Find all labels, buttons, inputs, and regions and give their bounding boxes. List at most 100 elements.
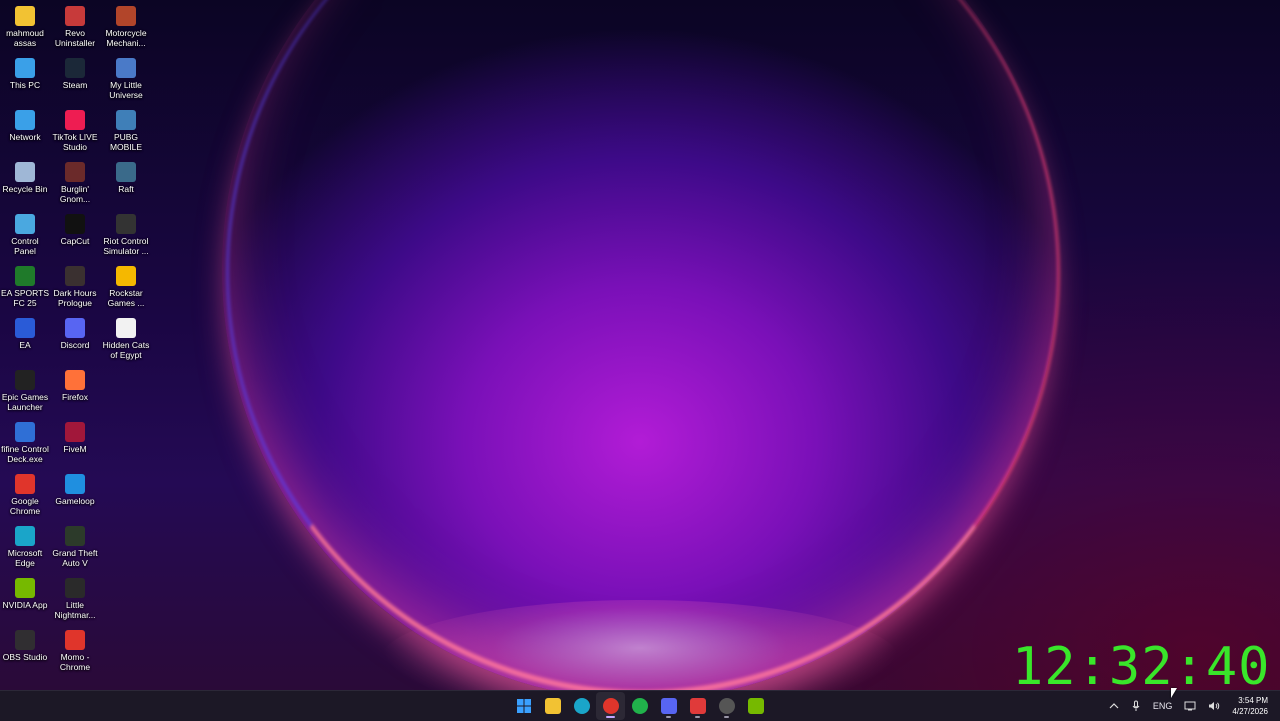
pubg-icon — [116, 110, 136, 130]
monitor-icon — [15, 58, 35, 78]
desktop-icon-label: Raft — [118, 184, 134, 194]
gameloop-icon — [65, 474, 85, 494]
nvidia-icon — [747, 698, 764, 714]
desktop-icon[interactable]: Network — [0, 104, 50, 142]
network-status-button[interactable] — [1178, 701, 1202, 711]
windows-start-icon — [516, 698, 532, 714]
desktop-icon[interactable]: Raft — [101, 156, 151, 194]
nvidia-icon — [15, 578, 35, 598]
desktop-icon-label: Grand Theft Auto V — [52, 548, 98, 568]
desktop-icon[interactable]: Hidden Cats of Egypt — [101, 312, 151, 360]
game-icon — [116, 214, 136, 234]
desktop-icon[interactable]: fifine Control Deck.exe — [0, 416, 50, 464]
desktop-icon-label: My Little Universe — [109, 80, 143, 100]
desktop-icon-label: Discord — [60, 340, 90, 350]
running-indicator — [724, 716, 729, 718]
game-icon — [116, 318, 136, 338]
desktop-icon[interactable]: Rockstar Games ... — [101, 260, 151, 308]
volume-icon — [1209, 702, 1220, 710]
desktop-icon-label: Gameloop — [55, 496, 95, 506]
desktop-icon[interactable]: This PC — [0, 52, 50, 90]
discord-icon — [65, 318, 85, 338]
taskbar-chrome-button[interactable] — [596, 692, 625, 720]
desktop-icon-label: CapCut — [60, 236, 90, 246]
desktop-icon-label: Hidden Cats of Egypt — [102, 340, 150, 360]
desktop-icon[interactable]: Google Chrome — [0, 468, 50, 516]
desktop-icon[interactable]: Steam — [50, 52, 100, 90]
desktop-icon[interactable]: FiveM — [50, 416, 100, 454]
tiktok-icon — [65, 110, 85, 130]
discord-icon — [660, 698, 677, 714]
volume-button[interactable] — [1202, 701, 1226, 711]
desktop-icon[interactable]: Little Nightmar... — [50, 572, 100, 620]
raft-icon — [116, 162, 136, 182]
desktop-icon[interactable]: NVIDIA App — [0, 572, 50, 610]
running-indicator — [695, 716, 700, 718]
tray-time: 3:54 PM — [1238, 696, 1268, 705]
edge-icon — [15, 526, 35, 546]
taskbar-app-red-button[interactable] — [683, 692, 712, 720]
desktop-icon-label: Control Panel — [11, 236, 39, 256]
taskbar-app-green-button[interactable] — [625, 692, 654, 720]
desktop-icon[interactable]: Microsoft Edge — [0, 520, 50, 568]
system-tray: ENG 3:54 PM 4/27/2026 — [1103, 691, 1280, 721]
microphone-button[interactable] — [1125, 700, 1147, 712]
taskbar: ENG 3:54 PM 4/27/2026 — [0, 690, 1280, 721]
desktop-icon-label: Burglin' Gnom... — [59, 184, 91, 204]
desktop-icon[interactable]: OBS Studio — [0, 624, 50, 662]
desktop-icon[interactable]: CapCut — [50, 208, 100, 246]
network-icon — [1184, 701, 1196, 711]
desktop-icon[interactable]: EA — [0, 312, 50, 350]
desktop-icon[interactable]: Motorcycle Mechani... — [101, 0, 151, 48]
desktop-icon[interactable]: mahmoud assas — [0, 0, 50, 48]
game-icon — [65, 162, 85, 182]
taskbar-start-button[interactable] — [509, 692, 538, 720]
revo-uninstaller-icon — [65, 6, 85, 26]
overlay-clock: 12:32:40 — [1012, 637, 1271, 697]
game-icon — [116, 58, 136, 78]
desktop-wallpaper — [0, 0, 1280, 690]
desktop-icon[interactable]: Epic Games Launcher — [0, 364, 50, 412]
desktop-icon-label: Riot Control Simulator ... — [103, 236, 149, 256]
desktop-icon-label: fifine Control Deck.exe — [1, 444, 49, 464]
desktop-icon[interactable]: Control Panel — [0, 208, 50, 256]
desktop-icon[interactable]: Firefox — [50, 364, 100, 402]
desktop-icon[interactable]: Revo Uninstaller — [50, 0, 100, 48]
taskbar-nvidia-button[interactable] — [741, 692, 770, 720]
desktop-icon[interactable]: Recycle Bin — [0, 156, 50, 194]
desktop-icon-label: PUBG MOBILE — [109, 132, 143, 152]
desktop-icon-label: Google Chrome — [9, 496, 41, 516]
taskbar-edge-button[interactable] — [567, 692, 596, 720]
tray-date: 4/27/2026 — [1232, 707, 1268, 716]
taskbar-file-explorer-button[interactable] — [538, 692, 567, 720]
chevron-up-icon — [1109, 703, 1119, 709]
desktop-icon[interactable]: Momo - Chrome — [50, 624, 100, 672]
desktop-icon[interactable]: Discord — [50, 312, 100, 350]
language-indicator[interactable]: ENG — [1147, 701, 1179, 711]
desktop-icon-label: Momo - Chrome — [59, 652, 91, 672]
taskbar-discord-button[interactable] — [654, 692, 683, 720]
chrome-app-icon — [65, 630, 85, 650]
mouse-cursor — [1171, 688, 1177, 698]
desktop-icon[interactable]: TikTok LIVE Studio — [50, 104, 100, 152]
gta-icon — [65, 526, 85, 546]
wallpaper-orb-rim — [226, 0, 1060, 690]
desktop-icon-label: Firefox — [62, 392, 88, 402]
rockstar-icon — [116, 266, 136, 286]
desktop-icon[interactable]: My Little Universe — [101, 52, 151, 100]
game-icon — [65, 266, 85, 286]
show-hidden-icons-button[interactable] — [1103, 701, 1125, 711]
desktop-icon[interactable]: PUBG MOBILE — [101, 104, 151, 152]
clock-button[interactable]: 3:54 PM 4/27/2026 — [1226, 695, 1280, 717]
obs-icon — [15, 630, 35, 650]
desktop-icon[interactable]: Dark Hours Prologue — [50, 260, 100, 308]
firefox-icon — [65, 370, 85, 390]
desktop-icon[interactable]: Grand Theft Auto V — [50, 520, 100, 568]
desktop-icon[interactable]: Burglin' Gnom... — [50, 156, 100, 204]
desktop-icon[interactable]: EA SPORTS FC 25 — [0, 260, 50, 308]
steam-icon — [65, 58, 85, 78]
desktop-icon[interactable]: Riot Control Simulator ... — [101, 208, 151, 256]
taskbar-obs-button[interactable] — [712, 692, 741, 720]
desktop-icon[interactable]: Gameloop — [50, 468, 100, 506]
ea-icon — [15, 318, 35, 338]
